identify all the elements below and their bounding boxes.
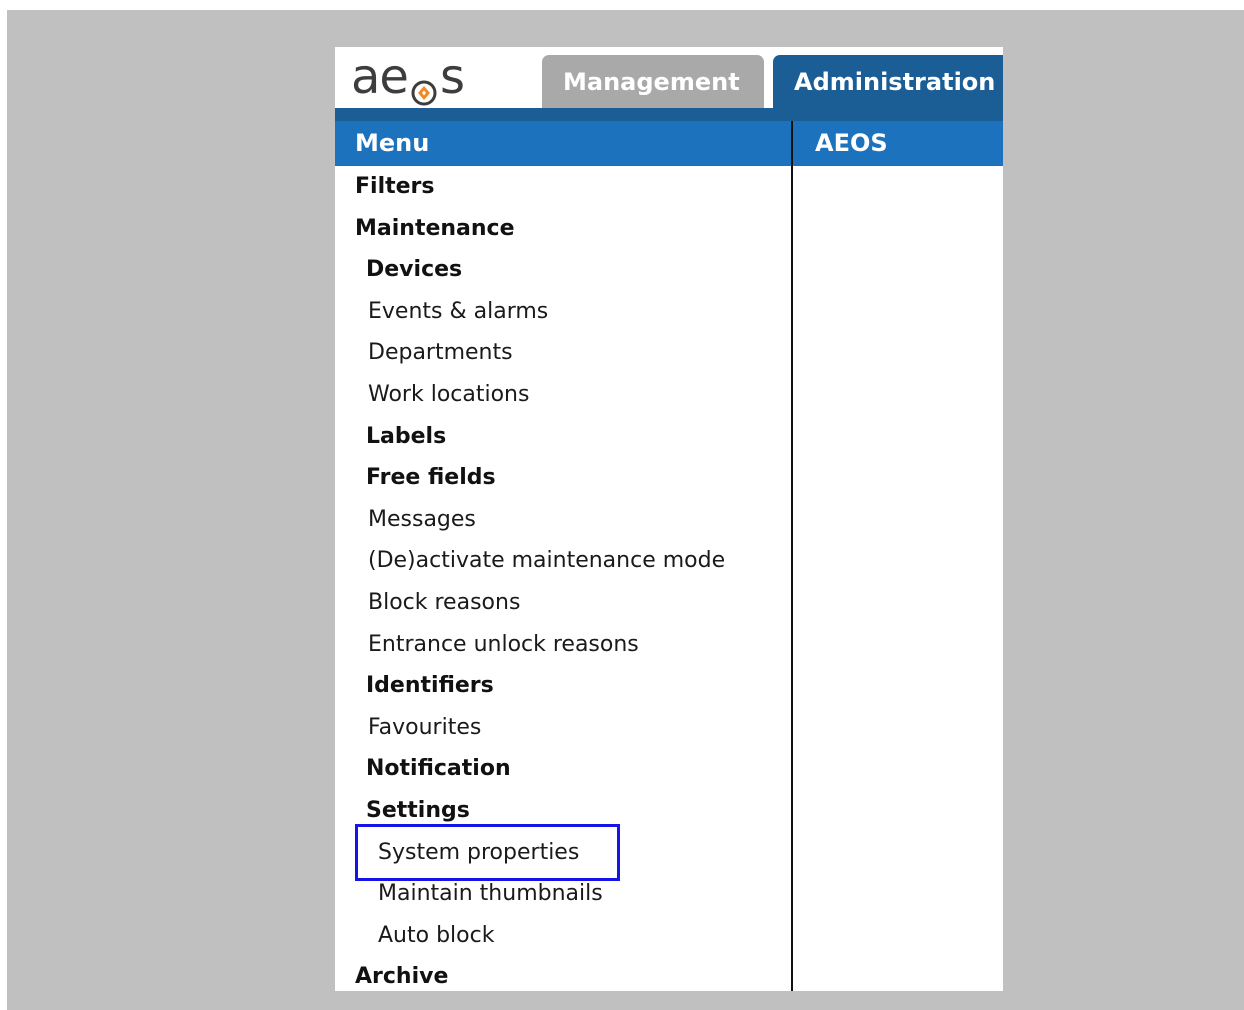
content-heading: AEOS <box>815 129 888 157</box>
menu-item-maintenance-mode[interactable]: (De)activate maintenance mode <box>335 540 791 582</box>
menu-item-archive[interactable]: Archive <box>335 956 791 991</box>
tab-management[interactable]: Management <box>542 55 764 108</box>
menu-item-auto-block[interactable]: Auto block <box>335 915 791 957</box>
tab-administration[interactable]: Administration <box>773 55 1003 108</box>
menu-item-identifiers[interactable]: Identifiers <box>335 665 791 707</box>
menu-item-labels[interactable]: Labels <box>335 416 791 458</box>
menu-item-events-alarms[interactable]: Events & alarms <box>335 291 791 333</box>
menu-item-system-properties[interactable]: System properties <box>335 832 791 874</box>
tab-administration-label: Administration <box>794 67 996 96</box>
tab-management-label: Management <box>563 67 740 96</box>
menu-item-entrance-unlock-reasons[interactable]: Entrance unlock reasons <box>335 624 791 666</box>
menu-item-devices[interactable]: Devices <box>335 249 791 291</box>
aeos-window: ae s Management Administration Menu AEOS… <box>335 47 1003 991</box>
header-bar: Menu AEOS <box>335 121 1003 166</box>
logo-text-left: ae <box>351 49 409 105</box>
menu-item-block-reasons[interactable]: Block reasons <box>335 582 791 624</box>
aeos-logo: ae s <box>351 49 465 106</box>
menu-item-filters[interactable]: Filters <box>335 166 791 208</box>
menu-item-departments[interactable]: Departments <box>335 332 791 374</box>
menu-item-favourites[interactable]: Favourites <box>335 707 791 749</box>
menu-item-messages[interactable]: Messages <box>335 499 791 541</box>
menu-heading: Menu <box>355 129 430 157</box>
menu-item-settings[interactable]: Settings <box>335 790 791 832</box>
menu-item-notification[interactable]: Notification <box>335 748 791 790</box>
sidebar-menu: Filters Maintenance Devices Events & ala… <box>335 166 791 991</box>
menu-item-maintenance[interactable]: Maintenance <box>335 208 791 250</box>
menu-item-maintain-thumbnails[interactable]: Maintain thumbnails <box>335 873 791 915</box>
menu-item-work-locations[interactable]: Work locations <box>335 374 791 416</box>
menu-item-free-fields[interactable]: Free fields <box>335 457 791 499</box>
logo-text-right: s <box>439 49 465 105</box>
top-bar: ae s Management Administration <box>335 47 1003 121</box>
tab-underline <box>335 108 1003 121</box>
logo-diamond-icon <box>411 66 437 106</box>
panel-divider <box>791 121 793 991</box>
